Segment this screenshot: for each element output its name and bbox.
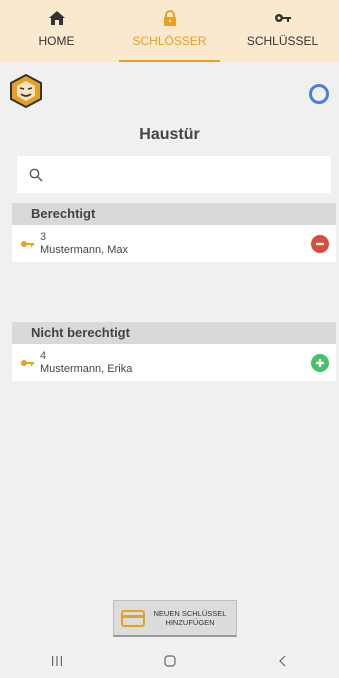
home-icon	[48, 11, 65, 25]
add-new-key-button[interactable]: NEUEN SCHLÜSSEL HINZUFÜGEN	[113, 600, 237, 637]
tab-locks[interactable]: SCHLÖSSER	[113, 0, 226, 62]
add-button[interactable]	[311, 353, 329, 372]
key-owner: Mustermann, Erika	[40, 362, 133, 375]
search-bar[interactable]	[17, 156, 331, 193]
key-owner: Mustermann, Max	[40, 243, 129, 256]
remove-button[interactable]	[311, 234, 329, 253]
section-header-authorized: Berechtigt	[12, 203, 336, 225]
status-ring-icon[interactable]	[309, 84, 329, 104]
home-nav-button[interactable]	[150, 651, 190, 671]
section-header-unauthorized: Nicht berechtigt	[12, 322, 336, 344]
lion-logo-icon[interactable]	[9, 74, 43, 108]
tab-keys[interactable]: SCHLÜSSEL	[226, 0, 339, 62]
tab-home-label: HOME	[38, 34, 75, 48]
list-item[interactable]: 4 Mustermann, Erika	[12, 344, 336, 381]
key-icon	[274, 14, 291, 22]
key-icon	[21, 240, 34, 247]
back-nav-button[interactable]	[263, 651, 303, 671]
tab-bar: HOME SCHLÖSSER SCHLÜSSEL	[0, 0, 339, 62]
minus-icon	[316, 242, 324, 245]
search-icon	[29, 168, 43, 181]
tab-home[interactable]: HOME	[0, 0, 113, 62]
tab-locks-label: SCHLÖSSER	[132, 34, 207, 48]
back-chevron-icon	[278, 655, 285, 667]
add-new-key-label-line2: HINZUFÜGEN	[165, 618, 215, 627]
card-icon	[121, 609, 145, 627]
tab-keys-label: SCHLÜSSEL	[246, 34, 319, 48]
list-item[interactable]: 3 Mustermann, Max	[12, 225, 336, 262]
page-title: Haustür	[139, 126, 200, 143]
recent-apps-icon	[51, 656, 62, 666]
key-number: 3	[40, 230, 47, 243]
key-number: 4	[40, 349, 47, 362]
system-nav-bar	[0, 644, 339, 678]
search-input[interactable]	[51, 156, 331, 193]
key-icon	[21, 359, 34, 366]
plus-icon	[316, 358, 324, 367]
home-circle-icon	[163, 655, 176, 667]
recent-apps-button[interactable]	[37, 651, 77, 671]
add-new-key-label-line1: NEUEN SCHLÜSSEL	[153, 609, 227, 618]
lock-icon	[163, 10, 176, 26]
